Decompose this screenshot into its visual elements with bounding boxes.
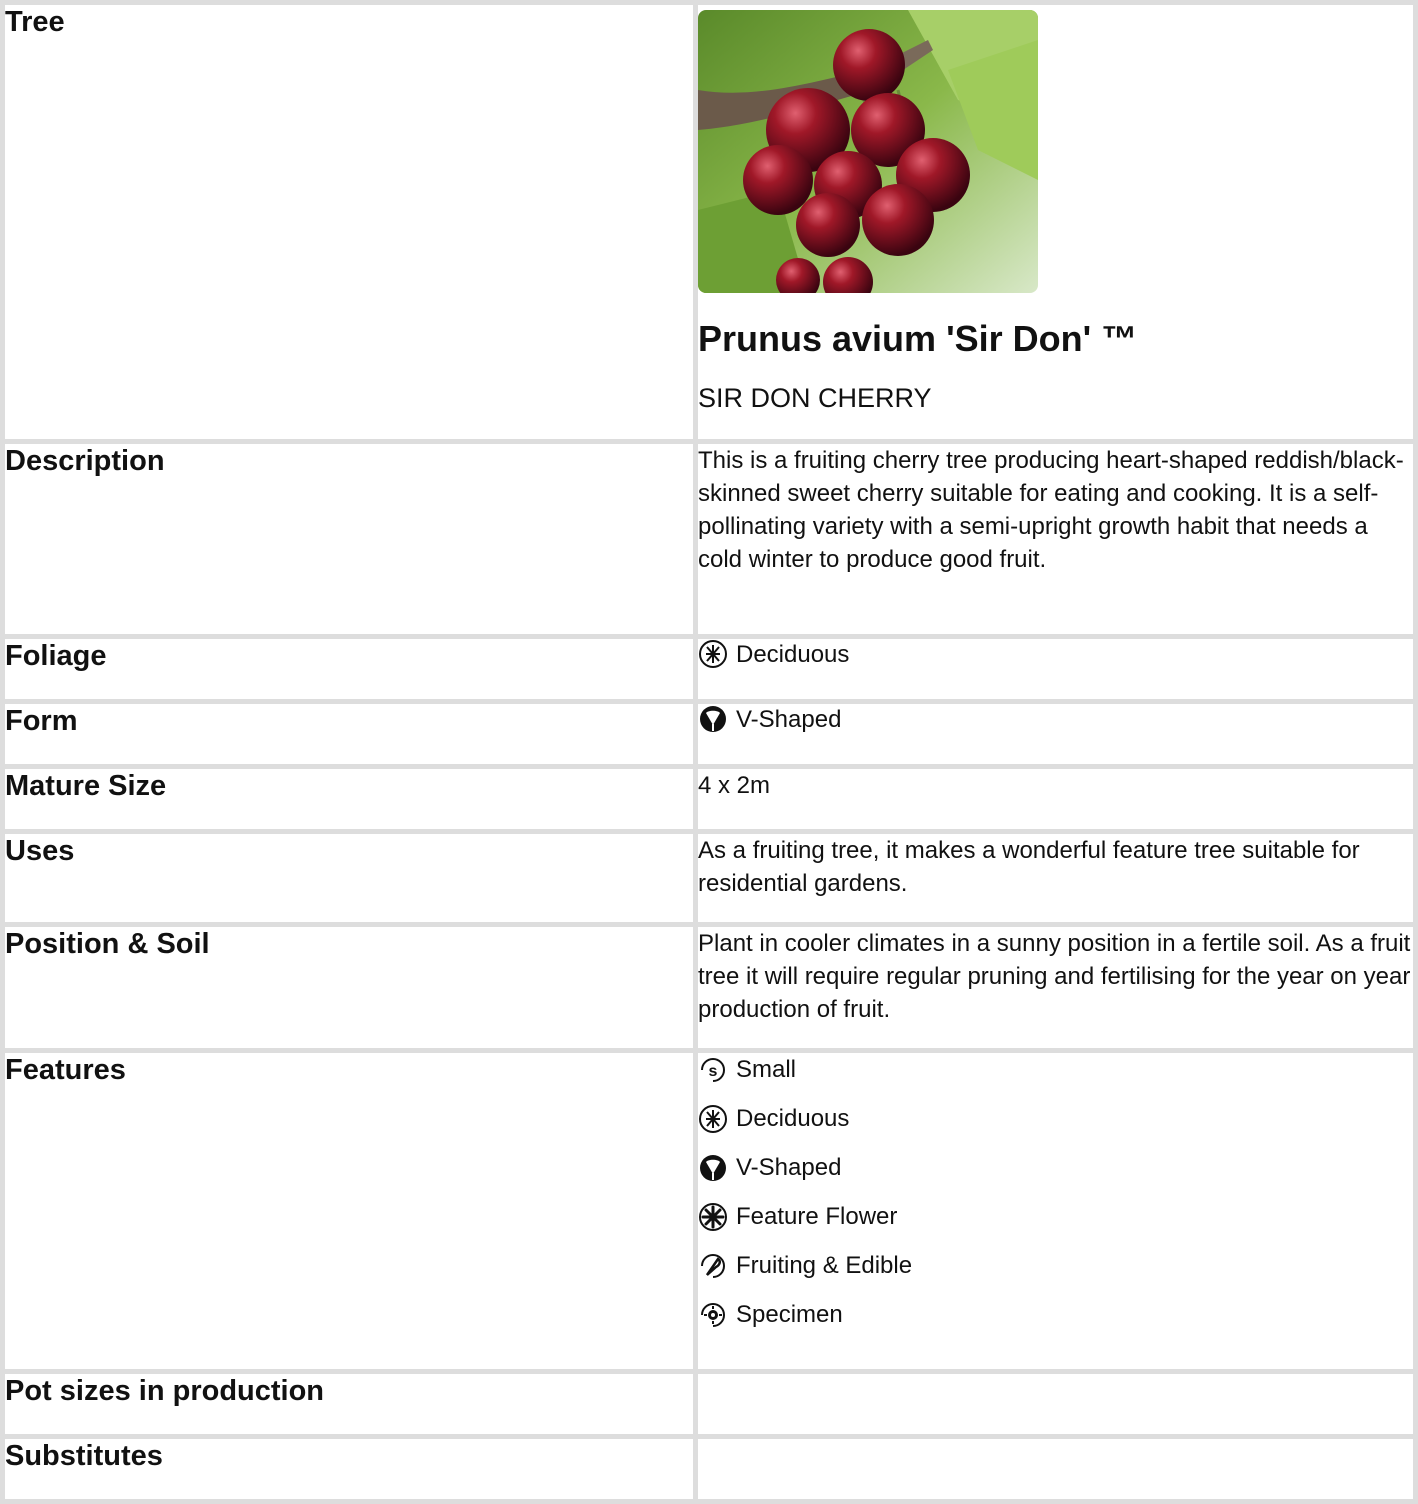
form-label: Form	[5, 705, 78, 737]
position-soil-value-cell: Plant in cooler climates in a sunny posi…	[698, 927, 1413, 1048]
common-name: SIR DON CHERRY	[698, 383, 932, 413]
features-value-cell: s Small Deciduous V-Shaped Feature Flowe…	[698, 1053, 1413, 1369]
form-row: Form V-Shaped	[5, 704, 1413, 764]
pot-sizes-label-cell: Pot sizes in production	[5, 1374, 693, 1434]
description-text: This is a fruiting cherry tree producing…	[698, 447, 1404, 573]
substitutes-label: Substitutes	[5, 1440, 163, 1472]
svg-text:s: s	[709, 1063, 718, 1080]
features-label: Features	[5, 1054, 126, 1086]
uses-value-cell: As a fruiting tree, it makes a wonderful…	[698, 834, 1413, 922]
feature-item: V-Shaped	[698, 1151, 1413, 1184]
small-icon: s	[698, 1055, 728, 1085]
plant-photo	[698, 10, 1038, 293]
foliage-value-cell: Deciduous	[698, 639, 1413, 699]
form-label-cell: Form	[5, 704, 693, 764]
header-row: Tree Prunus avium 'Sir Don' ™ SIR DON CH…	[5, 5, 1413, 439]
form-value-cell: V-Shaped	[698, 704, 1413, 764]
v-shaped-icon	[698, 704, 728, 734]
fruiting-edible-icon	[698, 1251, 728, 1281]
position-soil-label: Position & Soil	[5, 928, 210, 960]
uses-label: Uses	[5, 835, 75, 867]
foliage-label: Foliage	[5, 640, 107, 672]
substitutes-row: Substitutes	[5, 1439, 1413, 1499]
header-value-cell: Prunus avium 'Sir Don' ™ SIR DON CHERRY	[698, 5, 1413, 439]
botanical-name: Prunus avium 'Sir Don' ™	[698, 318, 1138, 359]
description-label: Description	[5, 445, 165, 477]
substitutes-label-cell: Substitutes	[5, 1439, 693, 1499]
foliage-label-cell: Foliage	[5, 639, 693, 699]
mature-size-value-cell: 4 x 2m	[698, 769, 1413, 829]
foliage-value-row: Deciduous	[698, 639, 1413, 669]
foliage-value: Deciduous	[736, 640, 850, 668]
pot-sizes-value-cell	[698, 1374, 1413, 1434]
specimen-icon	[698, 1300, 728, 1330]
feature-label: Small	[736, 1056, 797, 1083]
uses-row: Uses As a fruiting tree, it makes a wond…	[5, 834, 1413, 922]
position-soil-label-cell: Position & Soil	[5, 927, 693, 1048]
description-row: Description This is a fruiting cherry tr…	[5, 444, 1413, 634]
plant-details-table: Tree Prunus avium 'Sir Don' ™ SIR DON CH…	[0, 0, 1418, 1504]
mature-size-label: Mature Size	[5, 770, 167, 802]
substitutes-value-cell	[698, 1439, 1413, 1499]
feature-item: Deciduous	[698, 1102, 1413, 1135]
feature-flower-icon	[698, 1202, 728, 1232]
pot-sizes-row: Pot sizes in production	[5, 1374, 1413, 1434]
feature-label: Feature Flower	[736, 1203, 898, 1230]
feature-item: Feature Flower	[698, 1200, 1413, 1233]
feature-label: Fruiting & Edible	[736, 1252, 913, 1279]
header-label: Tree	[5, 6, 65, 38]
deciduous-icon	[698, 1104, 728, 1134]
features-row: Features s Small Deciduous V-Shaped Feat…	[5, 1053, 1413, 1369]
features-label-cell: Features	[5, 1053, 693, 1369]
uses-value: As a fruiting tree, it makes a wonderful…	[698, 837, 1360, 897]
mature-size-label-cell: Mature Size	[5, 769, 693, 829]
description-label-cell: Description	[5, 444, 693, 634]
feature-label: V-Shaped	[736, 1154, 842, 1181]
position-soil-row: Position & Soil Plant in cooler climates…	[5, 927, 1413, 1048]
mature-size-row: Mature Size 4 x 2m	[5, 769, 1413, 829]
feature-item: Specimen	[698, 1298, 1413, 1331]
uses-label-cell: Uses	[5, 834, 693, 922]
form-value-row: V-Shaped	[698, 704, 1413, 734]
form-value: V-Shaped	[736, 705, 842, 733]
feature-label: Specimen	[736, 1301, 843, 1328]
description-value-cell: This is a fruiting cherry tree producing…	[698, 444, 1413, 634]
position-soil-value: Plant in cooler climates in a sunny posi…	[698, 930, 1411, 1023]
mature-size-value: 4 x 2m	[698, 772, 771, 799]
v-shaped-icon	[698, 1153, 728, 1183]
feature-item: Fruiting & Edible	[698, 1249, 1413, 1282]
deciduous-icon	[698, 639, 728, 669]
feature-item: s Small	[698, 1053, 1413, 1086]
foliage-row: Foliage Deciduous	[5, 639, 1413, 699]
pot-sizes-label: Pot sizes in production	[5, 1375, 325, 1407]
header-label-cell: Tree	[5, 5, 693, 439]
feature-label: Deciduous	[736, 1105, 850, 1132]
